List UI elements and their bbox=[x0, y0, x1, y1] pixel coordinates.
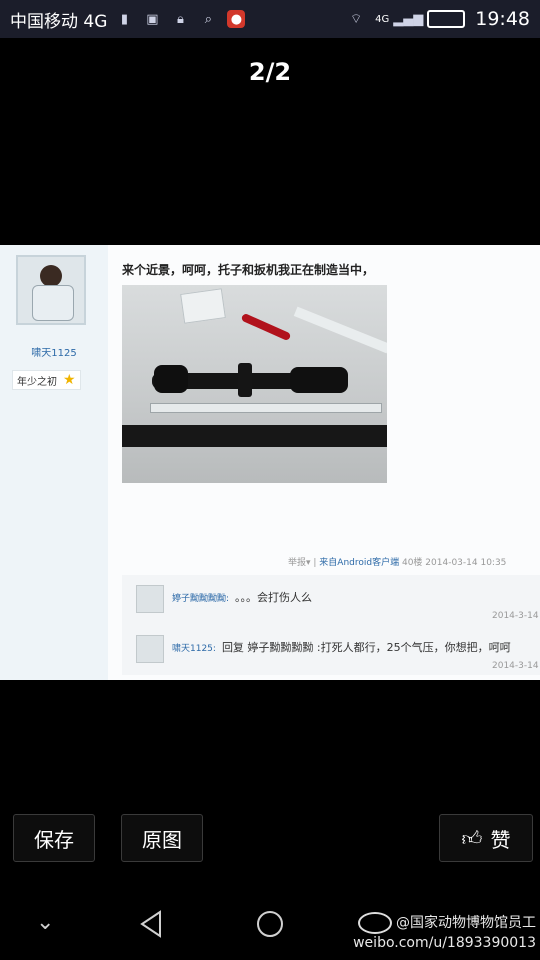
reply-user: 啸天1125: bbox=[172, 644, 216, 654]
report-link: 举报 bbox=[288, 558, 307, 568]
battery-icon bbox=[427, 10, 466, 28]
avatar bbox=[16, 255, 86, 325]
reply-text: 。。。会打伤人么 bbox=[235, 591, 313, 604]
username: 啸天1125 bbox=[31, 348, 77, 359]
avatar bbox=[136, 635, 164, 663]
image-counter: 2/2 bbox=[248, 58, 292, 86]
save-button[interactable]: 保存 bbox=[13, 814, 95, 862]
reply-text: 回复 婷子黝黝黝黝 :打死人都行，25个气压，你想把，呵呵 bbox=[221, 641, 511, 654]
network-label: 4G bbox=[375, 13, 390, 25]
like-button[interactable]: 👍︎ 赞 bbox=[439, 814, 533, 862]
lock-icon: 🔒︎ bbox=[176, 11, 184, 27]
avatar bbox=[136, 585, 164, 613]
app-icon: ● bbox=[227, 10, 246, 28]
chevron-down-icon[interactable]: ⌄ bbox=[36, 910, 54, 935]
home-icon[interactable] bbox=[256, 910, 284, 938]
watermark-line2: weibo.com/u/1893390013 bbox=[353, 935, 536, 951]
gallery-icon: ▣ bbox=[146, 11, 159, 27]
post-meta: 举报▾ | 来自Android客户端 40楼 2014-03-14 10:35 bbox=[288, 558, 507, 568]
list-item: 婷子黝黝黝黝: 。。。会打伤人么 2014-3-14 10 bbox=[134, 585, 540, 627]
user-rank-badge: 年少之初 ★ bbox=[12, 370, 81, 390]
watermark-line1: @国家动物博物馆员工 bbox=[396, 915, 536, 931]
watermark: @国家动物博物馆员工 weibo.com/u/1893390013 bbox=[340, 912, 536, 952]
post-photo bbox=[122, 285, 387, 483]
signal-icon: ▂▄▆ bbox=[393, 11, 424, 27]
clock: 19:48 bbox=[475, 8, 530, 30]
viewed-screenshot[interactable]: 啸天1125 年少之初 ★ 来个近景，呵呵，托子和扳机我正在制造当中， 举报▾ … bbox=[0, 245, 540, 680]
original-image-button[interactable]: 原图 bbox=[121, 814, 203, 862]
reply-time: 2014-3-14 10 bbox=[492, 611, 540, 621]
wifi-icon: ⌔ bbox=[349, 12, 363, 27]
list-item: 啸天1125: 回复 婷子黝黝黝黝 :打死人都行，25个气压，你想把，呵呵 201… bbox=[134, 635, 540, 677]
battery-charge-icon: ▮ bbox=[120, 11, 128, 27]
floor-label: 40楼 bbox=[401, 558, 423, 568]
like-label: 赞 bbox=[490, 827, 511, 852]
reply-user: 婷子黝黝黝黝: bbox=[172, 594, 230, 604]
post-time: 2014-03-14 10:35 bbox=[425, 558, 507, 568]
user-panel: 啸天1125 年少之初 ★ bbox=[0, 245, 108, 680]
post-text: 来个近景，呵呵，托子和扳机我正在制造当中， bbox=[122, 263, 375, 277]
user-rank-label: 年少之初 bbox=[17, 376, 57, 388]
weibo-icon bbox=[358, 912, 392, 934]
search-icon: ⌕ bbox=[204, 11, 213, 27]
carrier-label: 中国移动 4G bbox=[10, 11, 108, 32]
reply-time: 2014-3-14 11 bbox=[492, 661, 540, 671]
thumbs-up-icon: 👍︎ bbox=[461, 825, 483, 850]
back-icon[interactable] bbox=[138, 910, 164, 938]
source-label: 来自Android客户端 bbox=[319, 558, 400, 568]
reply-list: 婷子黝黝黝黝: 。。。会打伤人么 2014-3-14 10 啸天1125: 回复 婷… bbox=[122, 575, 540, 675]
status-bar: 中国移动 4G ▮ ▣ 🔒︎ ⌕ ● ⌔ 4G ▂▄▆ 19:48 bbox=[0, 0, 540, 38]
star-icon: ★ bbox=[63, 372, 76, 388]
